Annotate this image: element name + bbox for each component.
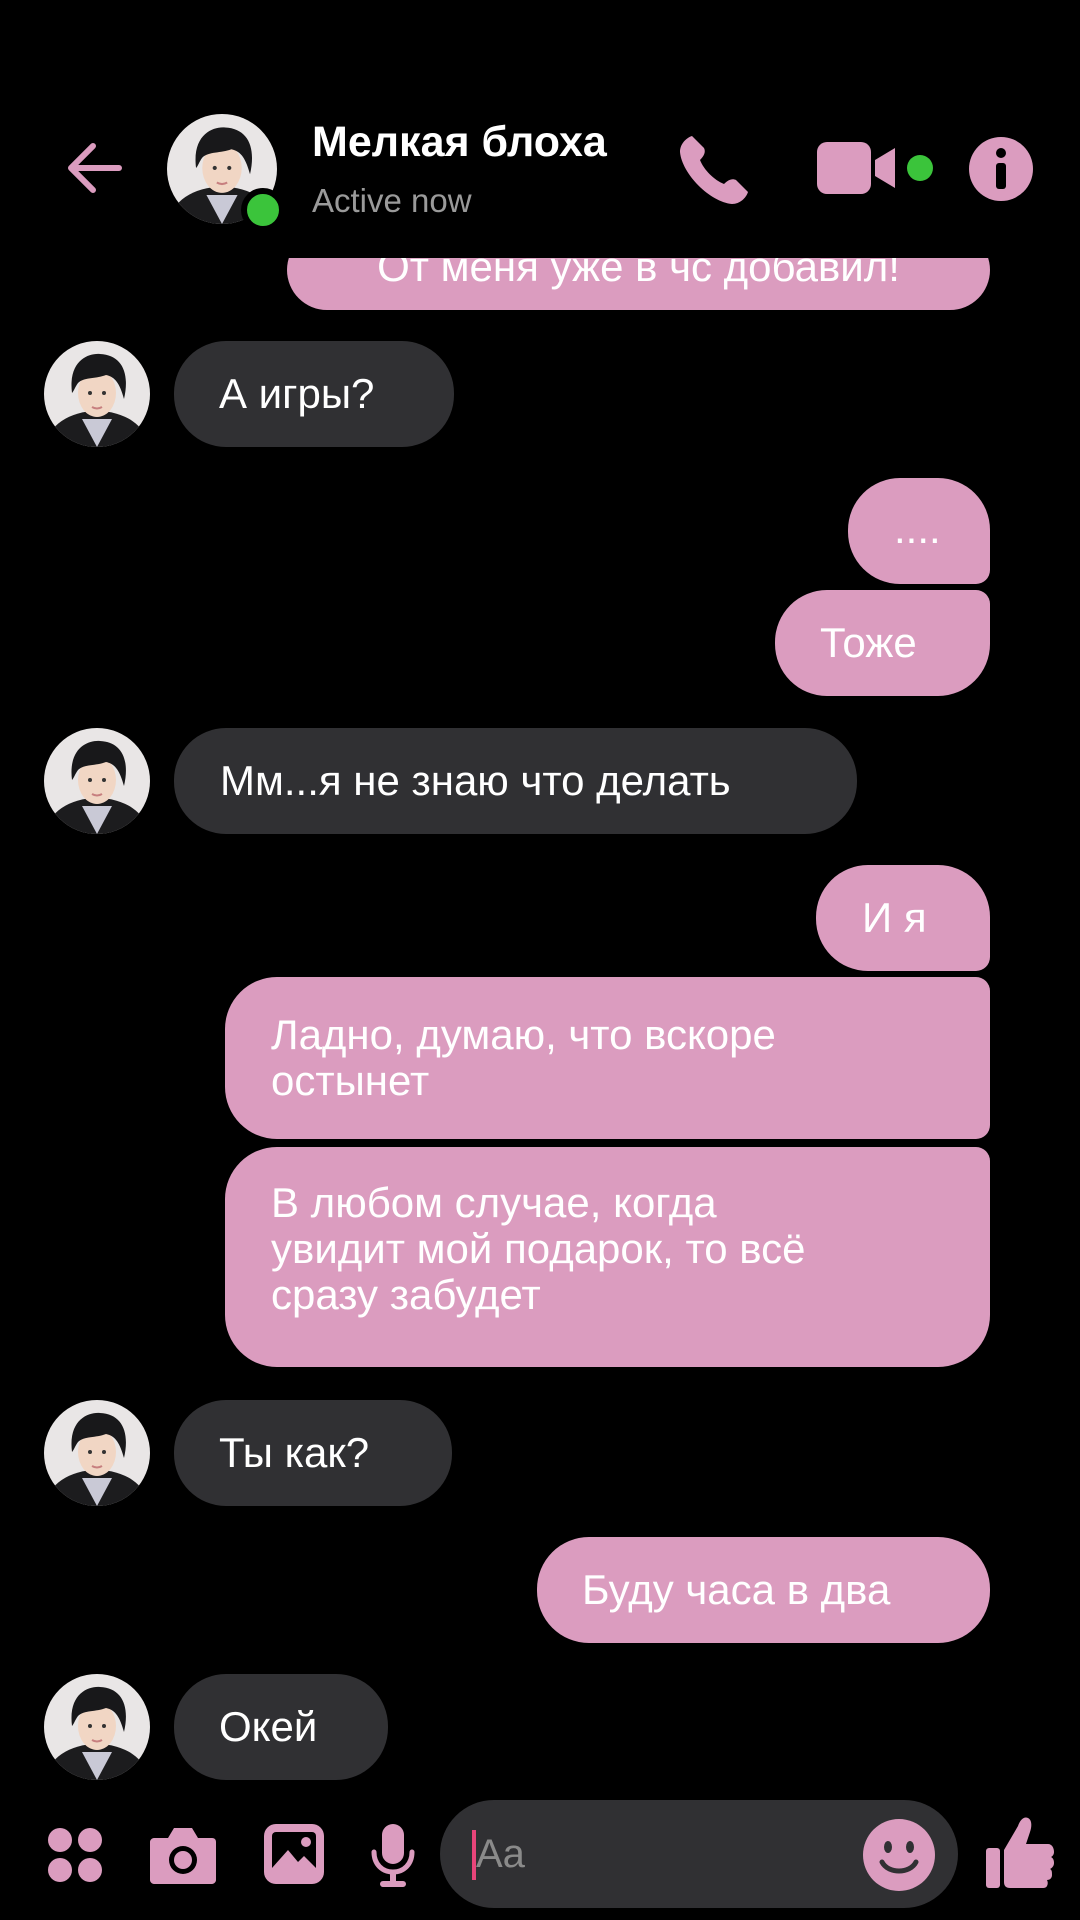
info-icon[interactable]	[968, 136, 1034, 202]
chat-header: Мелкая блоха Active now	[0, 0, 1080, 258]
contact-avatar[interactable]	[44, 1674, 150, 1780]
message-text: Ладно, думаю, что вскоре остынет	[271, 1011, 776, 1104]
contact-avatar[interactable]	[44, 341, 150, 447]
active-status-dot	[241, 188, 285, 232]
message-outgoing[interactable]: Ладно, думаю, что вскоре остынет	[225, 977, 990, 1139]
phone-icon[interactable]	[672, 128, 756, 212]
message-outgoing[interactable]: И я	[816, 865, 990, 971]
header-avatar[interactable]	[167, 114, 285, 232]
message-outgoing[interactable]: В любом случае, когда увидит мой подарок…	[225, 1147, 990, 1367]
message-incoming[interactable]: А игры?	[174, 341, 454, 447]
back-arrow-icon[interactable]	[58, 128, 132, 208]
contact-avatar[interactable]	[44, 728, 150, 834]
message-text: Буду часа в два	[582, 1566, 891, 1613]
message-incoming[interactable]: Мм...я не знаю что делать	[174, 728, 857, 834]
message-incoming[interactable]: Окей	[174, 1674, 388, 1780]
message-outgoing[interactable]: ....	[848, 478, 990, 584]
emoji-icon[interactable]	[862, 1818, 936, 1892]
message-text: ....	[894, 505, 941, 552]
contact-avatar[interactable]	[44, 1400, 150, 1506]
image-icon[interactable]	[262, 1822, 326, 1886]
apps-grid-icon[interactable]	[46, 1826, 104, 1884]
message-input-placeholder: Aa	[476, 1832, 525, 1876]
contact-status: Active now	[312, 182, 472, 219]
camera-icon[interactable]	[148, 1824, 218, 1886]
contact-name[interactable]: Мелкая блоха	[312, 118, 607, 167]
thumbs-up-icon[interactable]	[984, 1814, 1056, 1890]
message-text: А игры?	[219, 370, 375, 417]
message-incoming[interactable]: Ты как?	[174, 1400, 452, 1506]
message-text: Окей	[219, 1703, 318, 1750]
message-text: В любом случае, когда увидит мой подарок…	[271, 1179, 806, 1318]
message-outgoing[interactable]: Тоже	[775, 590, 990, 696]
message-text: Ты как?	[219, 1429, 370, 1476]
message-text: Мм...я не знаю что делать	[220, 757, 731, 804]
message-text: И я	[862, 894, 927, 941]
message-text: Тоже	[820, 619, 917, 666]
video-active-dot	[907, 155, 933, 181]
message-outgoing[interactable]: Буду часа в два	[537, 1537, 990, 1643]
microphone-icon[interactable]	[368, 1822, 418, 1890]
message-list[interactable]: От меня уже в чс добавил! А игры? .... Т…	[0, 0, 1080, 1795]
